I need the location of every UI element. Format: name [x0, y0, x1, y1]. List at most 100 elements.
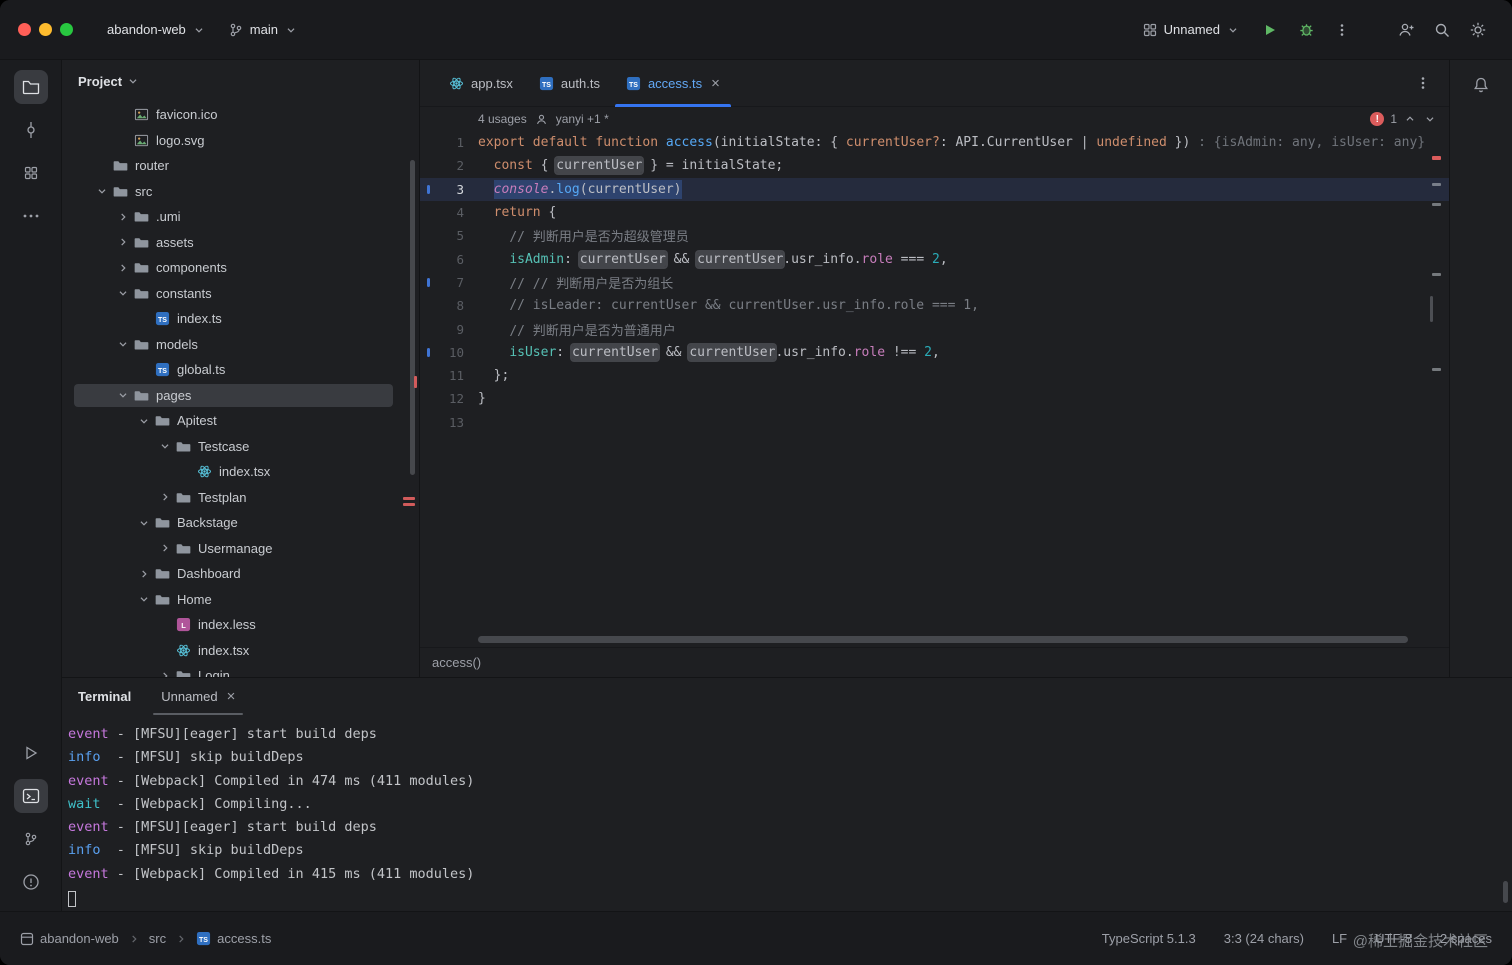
tree-item--umi[interactable]: .umi — [62, 204, 419, 230]
minimize-window-button[interactable] — [39, 23, 52, 36]
tree-item-src[interactable]: src — [62, 179, 419, 205]
code-line-8[interactable]: 8 // isLeader: currentUser && currentUse… — [420, 294, 1449, 317]
tree-item-backstage[interactable]: Backstage — [62, 510, 419, 536]
close-icon[interactable]: × — [227, 688, 236, 705]
tree-item-logo-svg[interactable]: logo.svg — [62, 128, 419, 154]
tree-item-apitest[interactable]: Apitest — [62, 408, 419, 434]
code-line-4[interactable]: 4 return { — [420, 201, 1449, 224]
editor-tab-auth-ts[interactable]: TS auth.ts — [526, 60, 613, 106]
editor-tab-app-tsx[interactable]: app.tsx — [436, 60, 526, 106]
code-line-7[interactable]: 7 // // 判断用户是否为组长 — [420, 271, 1449, 294]
chevron-down-icon[interactable] — [135, 516, 153, 530]
settings-button[interactable] — [1462, 14, 1494, 46]
terminal-tab[interactable]: Unnamed × — [153, 678, 244, 715]
chevron-down-icon[interactable] — [135, 592, 153, 606]
chevron-right-icon[interactable] — [156, 490, 174, 504]
tree-item-login[interactable]: Login — [62, 663, 419, 677]
branch-widget[interactable]: main — [220, 17, 306, 43]
line-number[interactable]: 9 — [420, 322, 478, 337]
line-number[interactable]: 5 — [420, 228, 478, 243]
tree-item-global-ts[interactable]: TS global.ts — [62, 357, 419, 383]
terminal-title[interactable]: Terminal — [78, 689, 131, 704]
tree-item-constants[interactable]: constants — [62, 281, 419, 307]
tree-item-home[interactable]: Home — [62, 587, 419, 613]
tree-item-usermanage[interactable]: Usermanage — [62, 536, 419, 562]
tree-item-pages[interactable]: pages — [62, 383, 419, 409]
breadcrumb[interactable]: access() — [432, 655, 481, 670]
tool-window-button-run[interactable] — [14, 736, 48, 770]
tool-window-button-commit[interactable] — [14, 113, 48, 147]
code-line-3[interactable]: 3 console.log(currentUser) — [420, 177, 1449, 201]
status-breadcrumb-item[interactable]: src — [149, 931, 166, 946]
terminal-output[interactable]: event - [MFSU][eager] start build deps inf… — [62, 715, 1512, 911]
line-number[interactable]: 6 — [420, 252, 478, 267]
line-number[interactable]: 11 — [420, 368, 478, 383]
line-number[interactable]: 2 — [420, 158, 478, 173]
usages-label[interactable]: 4 usages — [478, 112, 527, 126]
chevron-down-icon[interactable] — [135, 414, 153, 428]
line-number[interactable]: 1 — [420, 135, 478, 150]
close-icon[interactable]: × — [711, 76, 720, 91]
run-config-widget[interactable]: Unnamed — [1134, 17, 1248, 43]
next-error-button[interactable] — [1423, 112, 1437, 126]
tree-item-index-less[interactable]: Lindex.less — [62, 612, 419, 638]
chevron-down-icon[interactable] — [114, 286, 132, 300]
chevron-right-icon[interactable] — [135, 567, 153, 581]
status-widget-3-3-24-chars-[interactable]: 3:3 (24 chars) — [1224, 931, 1304, 946]
chevron-down-icon[interactable] — [156, 439, 174, 453]
tree-item-models[interactable]: models — [62, 332, 419, 358]
code-line-5[interactable]: 5 // 判断用户是否为超级管理员 — [420, 224, 1449, 247]
line-number[interactable]: 8 — [420, 298, 478, 313]
tool-window-button-structure[interactable] — [14, 156, 48, 190]
debug-button[interactable] — [1290, 14, 1322, 46]
terminal-scrollbar[interactable] — [1503, 881, 1508, 903]
project-widget[interactable]: abandon-web — [99, 17, 214, 42]
project-scrollbar[interactable] — [410, 160, 415, 475]
search-button[interactable] — [1426, 14, 1458, 46]
line-number[interactable]: 12 — [420, 391, 478, 406]
code-line-1[interactable]: 1 export default function access(initialS… — [420, 131, 1449, 154]
horizontal-scrollbar[interactable] — [478, 636, 1408, 643]
tree-item-components[interactable]: components — [62, 255, 419, 281]
chevron-down-icon[interactable] — [114, 337, 132, 351]
code-line-13[interactable]: 13 — [420, 411, 1449, 434]
chevron-right-icon[interactable] — [156, 541, 174, 555]
tool-window-button-terminal[interactable] — [13, 779, 48, 813]
status-widget-2-spaces[interactable]: 2 spaces — [1440, 931, 1492, 946]
add-user-button[interactable] — [1390, 14, 1422, 46]
tree-item-index-tsx[interactable]: index.tsx — [62, 638, 419, 664]
project-panel-header[interactable]: Project — [62, 60, 419, 102]
tool-window-button-project[interactable] — [13, 70, 48, 104]
code-line-9[interactable]: 9 // 判断用户是否为普通用户 — [420, 317, 1449, 340]
code-editor[interactable]: 1 export default function access(initialS… — [420, 131, 1449, 647]
tree-item-router[interactable]: router — [62, 153, 419, 179]
tool-window-button-version-control[interactable] — [14, 822, 48, 856]
line-number[interactable]: 13 — [420, 415, 478, 430]
line-number[interactable]: 7 — [420, 275, 478, 290]
line-number[interactable]: 4 — [420, 205, 478, 220]
status-breadcrumb-item[interactable]: abandon-web — [20, 931, 119, 946]
code-line-6[interactable]: 6 isAdmin: currentUser && currentUser.us… — [420, 247, 1449, 270]
tool-window-button-problems[interactable] — [14, 865, 48, 899]
code-line-10[interactable]: 10 isUser: currentUser && currentUser.us… — [420, 341, 1449, 364]
inspections-widget[interactable]: ! 1 — [1370, 112, 1437, 126]
tree-item-favicon-ico[interactable]: favicon.ico — [62, 102, 419, 128]
line-number[interactable]: 3 — [420, 182, 478, 197]
code-line-12[interactable]: 12} — [420, 387, 1449, 410]
status-widget-utf-8[interactable]: UTF-8 — [1375, 931, 1412, 946]
notifications-button[interactable] — [1464, 68, 1498, 102]
chevron-down-icon[interactable] — [114, 388, 132, 402]
previous-error-button[interactable] — [1403, 112, 1417, 126]
editor-tabs-menu-button[interactable] — [1407, 67, 1439, 99]
code-line-11[interactable]: 11 }; — [420, 364, 1449, 387]
line-number[interactable]: 10 — [420, 345, 478, 360]
editor-tab-access-ts[interactable]: TS access.ts × — [613, 60, 733, 107]
status-widget-typescript-5-1-3[interactable]: TypeScript 5.1.3 — [1102, 931, 1196, 946]
chevron-right-icon[interactable] — [114, 210, 132, 224]
run-button[interactable] — [1254, 14, 1286, 46]
tree-item-index-ts[interactable]: TS index.ts — [62, 306, 419, 332]
zoom-window-button[interactable] — [60, 23, 73, 36]
chevron-right-icon[interactable] — [156, 669, 174, 677]
tree-item-testcase[interactable]: Testcase — [62, 434, 419, 460]
code-line-2[interactable]: 2 const { currentUser } = initialState; — [420, 154, 1449, 177]
